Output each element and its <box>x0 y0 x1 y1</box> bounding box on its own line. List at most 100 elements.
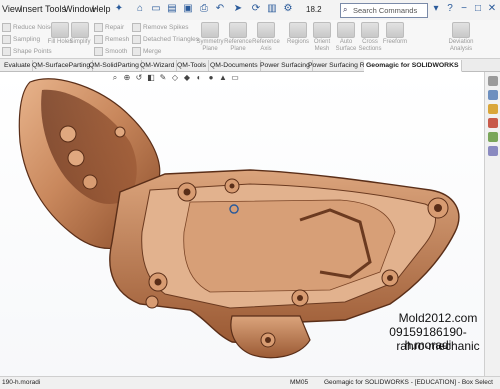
cross-sections-icon <box>361 22 379 38</box>
options-icon[interactable]: ⚙ <box>282 3 294 15</box>
maximize-icon[interactable]: □ <box>472 3 484 15</box>
auto-surface-icon <box>337 22 355 38</box>
symmetry-plane-label: Symmetry Plane <box>196 39 224 52</box>
command-tabs: Evaluate QM-SurfaceParting QM-SolidParti… <box>0 59 500 72</box>
watermark-name: rahro-mechanic <box>396 339 480 353</box>
remove-spikes-label: Remove Spikes <box>143 24 189 32</box>
merge-button[interactable]: Merge <box>132 47 161 56</box>
remove-spikes-button[interactable]: Remove Spikes <box>132 23 189 32</box>
smooth-button[interactable]: Smooth <box>94 47 127 56</box>
pin-icon[interactable]: ✦ <box>113 3 125 15</box>
freeform-icon <box>386 22 404 38</box>
tab-power-surfacing[interactable]: Power Surfacing <box>258 60 313 71</box>
detached-triangles-icon <box>132 35 141 44</box>
cross-sections-label: Cross Sections <box>358 39 382 52</box>
sampling-icon <box>2 35 11 44</box>
tab-evaluate[interactable]: Evaluate <box>2 60 34 71</box>
tab-power-surfacing-re[interactable]: Power Surfacing RE <box>306 60 373 71</box>
open-icon[interactable]: ▤ <box>166 3 178 15</box>
tab-qm-tools[interactable]: QM-Tools <box>175 60 210 71</box>
detached-triangles-label: Detached Triangles <box>143 36 200 44</box>
custom-properties-icon[interactable] <box>488 146 498 156</box>
shape-points-icon <box>2 47 11 56</box>
menu-help[interactable]: Help <box>92 4 111 14</box>
select-icon[interactable]: ➤ <box>232 3 244 15</box>
search-dropdown-icon[interactable]: ▾ <box>430 3 442 15</box>
deviation-analysis-icon <box>452 22 470 38</box>
menu-view[interactable]: View <box>2 4 21 14</box>
minimize-icon[interactable]: − <box>458 3 470 15</box>
display-style-icon[interactable]: ◆ <box>182 73 192 82</box>
rebuild-icon[interactable]: ⟳ <box>250 3 262 15</box>
zoom-area-icon[interactable]: ⊕ <box>122 73 132 82</box>
status-units[interactable]: MM05 <box>290 379 308 386</box>
reference-axis-label: Reference Axis <box>252 39 280 52</box>
view-settings-icon[interactable]: ▭ <box>230 73 240 82</box>
dynamic-annotation-icon[interactable]: ✎ <box>158 73 168 82</box>
zoom-to-fit-icon[interactable]: ⌕ <box>110 73 120 83</box>
status-left: 190-h.moradi <box>2 379 41 386</box>
remesh-icon <box>94 35 103 44</box>
menu-insert[interactable]: Insert <box>20 4 43 14</box>
detached-triangles-button[interactable]: Detached Triangles <box>132 35 199 44</box>
watermark-site: Mold2012.com <box>398 311 478 325</box>
file-properties-icon[interactable]: ▥ <box>266 3 278 15</box>
deviation-analysis-button[interactable]: Deviation Analysis <box>447 22 475 53</box>
deviation-analysis-label: Deviation Analysis <box>448 39 474 52</box>
repair-icon <box>94 23 103 32</box>
simplify-label: Simplify <box>69 39 91 45</box>
menu-tools[interactable]: Tools <box>45 4 66 14</box>
remesh-button[interactable]: Remesh <box>94 35 129 44</box>
simplify-button[interactable]: Simplify <box>66 22 94 46</box>
symmetry-plane-button[interactable]: Symmetry Plane <box>196 22 224 53</box>
close-icon[interactable]: ✕ <box>486 3 498 15</box>
tab-qm-documents[interactable]: QM-Documents <box>208 60 261 71</box>
solidworks-resources-icon[interactable] <box>488 76 498 86</box>
simplify-icon <box>71 22 89 38</box>
zoom-value[interactable]: 18.2 <box>306 5 322 14</box>
status-message: Geomagic for SOLIDWORKS - [EDUCATION] - … <box>324 379 493 386</box>
cross-sections-button[interactable]: Cross Sections <box>356 22 384 53</box>
tab-qm-solidparting[interactable]: QM-SolidParting <box>87 60 142 71</box>
undo-icon[interactable]: ↶ <box>214 3 226 15</box>
tab-geomagic-for-solidworks[interactable]: Geomagic for SOLIDWORKS <box>364 60 462 72</box>
shape-points-label: Shape Points <box>13 48 52 56</box>
search-input[interactable]: ⌕ Search Commands <box>340 3 428 18</box>
tab-qm-wizard[interactable]: QM-Wizard <box>138 60 178 71</box>
reference-axis-icon <box>257 22 275 38</box>
sampling-button[interactable]: Sampling <box>2 35 40 44</box>
merge-label: Merge <box>143 48 162 56</box>
section-view-icon[interactable]: ◧ <box>146 73 156 82</box>
view-orientation-icon[interactable]: ◇ <box>170 73 180 82</box>
view-palette-icon[interactable] <box>488 118 498 128</box>
shape-points-button[interactable]: Shape Points <box>2 47 52 56</box>
help-icon[interactable]: ? <box>444 3 456 15</box>
scene-icon[interactable]: ▲ <box>218 73 228 82</box>
appearance-icon[interactable]: ● <box>206 73 216 82</box>
tab-qm-surfaceparting[interactable]: QM-SurfaceParting <box>30 60 94 71</box>
print-icon[interactable]: ⎙ <box>198 3 210 15</box>
menu-bar: View Insert Tools Window Help ✦ ⌂ ▭ ▤ ▣ … <box>0 0 500 21</box>
new-document-icon[interactable]: ▭ <box>150 3 162 15</box>
repair-button[interactable]: Repair <box>94 23 124 32</box>
previous-view-icon[interactable]: ↺ <box>134 73 144 82</box>
home-icon[interactable]: ⌂ <box>134 3 146 15</box>
save-icon[interactable]: ▣ <box>182 3 194 15</box>
file-explorer-icon[interactable] <box>488 104 498 114</box>
reference-axis-button[interactable]: Reference Axis <box>252 22 280 53</box>
search-placeholder: Search Commands <box>353 6 418 15</box>
reference-plane-button[interactable]: Reference Plane <box>224 22 252 53</box>
merge-icon <box>132 47 141 56</box>
design-library-icon[interactable] <box>488 90 498 100</box>
smooth-label: Smooth <box>105 48 128 56</box>
hide-show-icon[interactable]: ◐ <box>194 73 204 82</box>
status-bar: 190-h.moradi MM05 Geomagic for SOLIDWORK… <box>0 376 500 389</box>
remesh-label: Remesh <box>105 36 130 44</box>
repair-label: Repair <box>105 24 125 32</box>
remove-spikes-icon <box>132 23 141 32</box>
reference-plane-icon <box>229 22 247 38</box>
freeform-button[interactable]: Freeform <box>381 22 409 46</box>
appearances-icon[interactable] <box>488 132 498 142</box>
freeform-label: Freeform <box>382 39 408 45</box>
regions-icon <box>289 22 307 38</box>
